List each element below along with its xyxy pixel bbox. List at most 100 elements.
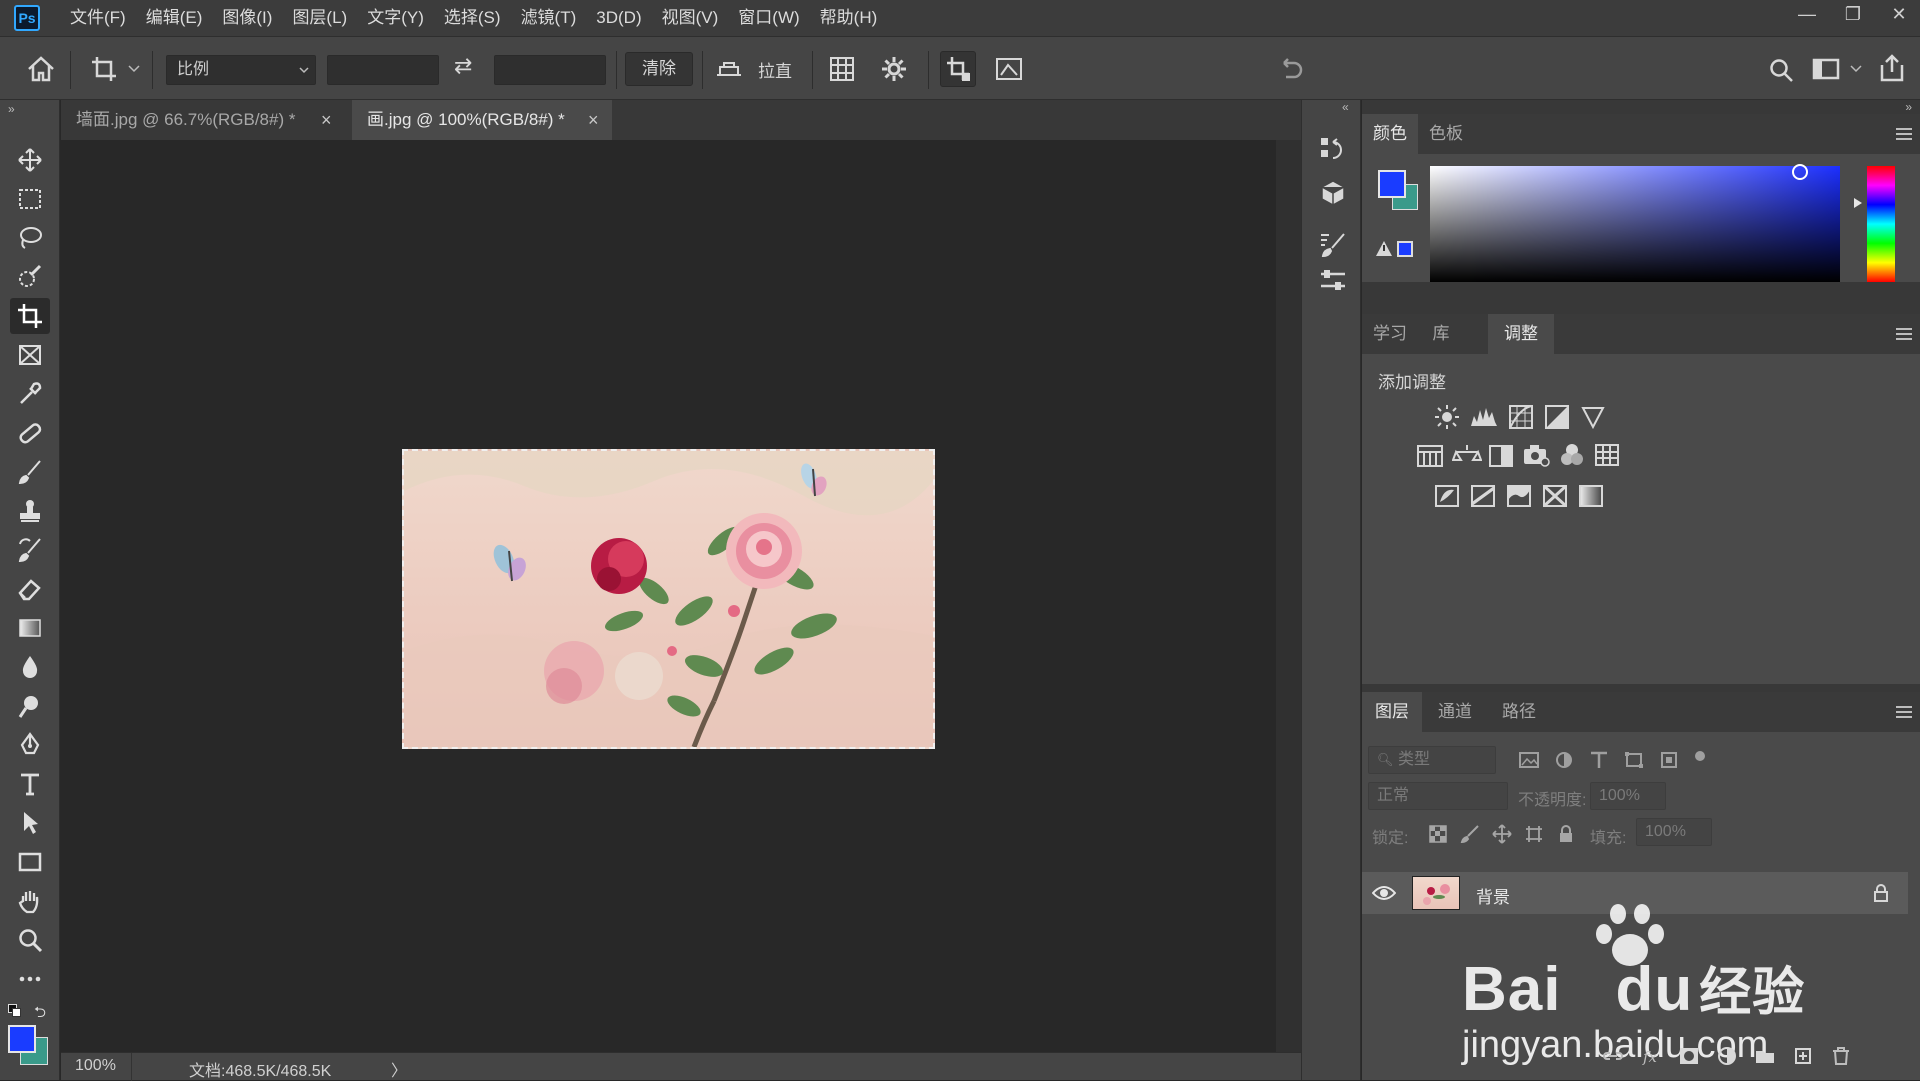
menu-type[interactable]: 文字(Y)	[357, 0, 434, 36]
swap-colors-icon[interactable]: ⮌	[34, 1002, 46, 1027]
color-lookup-icon[interactable]	[1594, 442, 1620, 468]
lasso-tool[interactable]	[10, 220, 50, 256]
height-input[interactable]	[494, 55, 606, 85]
expand-panels-icon[interactable]: «	[1342, 100, 1349, 114]
color-picker-marker[interactable]	[1792, 164, 1808, 180]
home-icon[interactable]	[26, 55, 56, 83]
black-white-icon[interactable]	[1488, 444, 1514, 468]
layer-filter-select[interactable]: 🔍︎ 类型	[1368, 746, 1496, 774]
tab-painting-jpg[interactable]: 画.jpg @ 100%(RGB/8#) *	[352, 100, 612, 140]
ratio-select[interactable]: 比例	[166, 55, 316, 85]
document-image[interactable]	[402, 449, 935, 749]
crop-tool[interactable]	[10, 298, 50, 334]
tab-color[interactable]: 颜色	[1362, 114, 1418, 154]
dodge-tool[interactable]	[10, 688, 50, 724]
content-aware-icon[interactable]	[994, 55, 1024, 83]
posterize-icon[interactable]	[1470, 484, 1496, 508]
healing-brush-tool[interactable]	[10, 415, 50, 451]
menu-select[interactable]: 选择(S)	[434, 0, 511, 36]
width-input[interactable]	[327, 55, 439, 85]
tab-adjustments[interactable]: 调整	[1488, 314, 1554, 354]
lock-all-icon[interactable]	[1556, 824, 1576, 844]
restore-button[interactable]: ❐	[1832, 0, 1874, 28]
menu-image[interactable]: 图像(I)	[212, 0, 282, 36]
filter-toggle-icon[interactable]	[1693, 750, 1707, 770]
shape-layer-filter-icon[interactable]	[1623, 750, 1645, 770]
lock-position-icon[interactable]	[1492, 824, 1512, 844]
close-window-button[interactable]: ✕	[1878, 0, 1920, 28]
vertical-scrollbar[interactable]	[1276, 140, 1301, 1052]
curves-icon[interactable]	[1508, 404, 1534, 430]
straighten-icon[interactable]	[715, 57, 743, 81]
menu-layer[interactable]: 图层(L)	[282, 0, 357, 36]
selective-color-icon[interactable]	[1542, 484, 1568, 508]
hue-slider-pointer[interactable]	[1854, 198, 1862, 208]
menu-help[interactable]: 帮助(H)	[810, 0, 888, 36]
blur-tool[interactable]	[10, 649, 50, 685]
brush-tool[interactable]	[10, 454, 50, 490]
canvas-area[interactable]	[61, 140, 1301, 1052]
fx-icon[interactable]: fx	[1640, 1046, 1662, 1066]
layer-mask-icon[interactable]	[1678, 1046, 1700, 1066]
opacity-input[interactable]: 100%	[1590, 782, 1666, 810]
tab-libraries[interactable]: 库	[1418, 314, 1464, 354]
lock-icon[interactable]	[1872, 883, 1890, 903]
overlay-grid-icon[interactable]	[828, 55, 856, 83]
history-brush-tool[interactable]	[10, 532, 50, 568]
tab-learn[interactable]: 学习	[1362, 314, 1418, 354]
hue-slider[interactable]	[1867, 166, 1895, 282]
menu-view[interactable]: 视图(V)	[652, 0, 729, 36]
smart-object-filter-icon[interactable]	[1658, 750, 1680, 770]
tab-channels[interactable]: 通道	[1424, 692, 1486, 732]
hand-tool[interactable]	[10, 883, 50, 919]
zoom-level[interactable]: 100%	[75, 1057, 116, 1075]
search-icon[interactable]	[1768, 57, 1794, 83]
pixel-layer-filter-icon[interactable]	[1518, 750, 1540, 770]
3d-panel-icon[interactable]	[1318, 178, 1348, 208]
close-tab-icon[interactable]: ×	[588, 100, 599, 140]
close-tab-icon[interactable]: ×	[321, 100, 332, 140]
minimize-button[interactable]: —	[1786, 0, 1828, 28]
new-layer-icon[interactable]	[1792, 1046, 1814, 1066]
vibrance-icon[interactable]	[1580, 404, 1606, 430]
type-tool[interactable]	[10, 766, 50, 802]
blend-mode-select[interactable]: 正常	[1368, 782, 1508, 810]
delete-cropped-pixels-toggle[interactable]	[940, 51, 976, 87]
marquee-tool[interactable]	[10, 181, 50, 217]
color-balance-icon[interactable]	[1452, 442, 1482, 468]
panel-menu-icon[interactable]	[1896, 706, 1912, 718]
eraser-tool[interactable]	[10, 571, 50, 607]
menu-edit[interactable]: 编辑(E)	[136, 0, 213, 36]
rectangle-tool[interactable]	[10, 844, 50, 880]
gear-icon[interactable]	[880, 55, 908, 83]
tab-swatches[interactable]: 色板	[1418, 114, 1474, 154]
history-panel-icon[interactable]	[1318, 134, 1348, 164]
collapse-toolbar-icon[interactable]: »	[8, 102, 15, 116]
frame-tool[interactable]	[10, 337, 50, 373]
quick-selection-tool[interactable]	[10, 259, 50, 295]
lock-transparent-icon[interactable]	[1428, 824, 1448, 844]
lock-artboard-icon[interactable]	[1524, 824, 1544, 844]
tab-paths[interactable]: 路径	[1488, 692, 1550, 732]
new-adjustment-layer-icon[interactable]	[1716, 1046, 1738, 1066]
levels-icon[interactable]	[1470, 404, 1498, 430]
workspace-icon[interactable]	[1812, 57, 1840, 81]
swap-dimensions-icon[interactable]: ⇄	[454, 53, 472, 79]
menu-window[interactable]: 窗口(W)	[728, 0, 809, 36]
move-tool[interactable]	[10, 142, 50, 178]
menu-filter[interactable]: 滤镜(T)	[511, 0, 587, 36]
threshold-icon[interactable]	[1506, 484, 1532, 508]
foreground-color-chip[interactable]	[1378, 170, 1406, 198]
gradient-map-icon[interactable]	[1578, 484, 1604, 508]
brush-settings-icon[interactable]	[1318, 230, 1348, 260]
clone-stamp-tool[interactable]	[10, 493, 50, 529]
pen-tool[interactable]	[10, 727, 50, 763]
color-field[interactable]	[1430, 164, 1840, 282]
tab-layers[interactable]: 图层	[1362, 692, 1422, 732]
clear-button[interactable]: 清除	[625, 52, 693, 86]
link-layers-icon[interactable]	[1602, 1046, 1624, 1066]
trash-icon[interactable]	[1830, 1046, 1852, 1066]
zoom-tool[interactable]	[10, 922, 50, 958]
eye-icon[interactable]	[1372, 884, 1396, 902]
menu-file[interactable]: 文件(F)	[60, 0, 136, 36]
